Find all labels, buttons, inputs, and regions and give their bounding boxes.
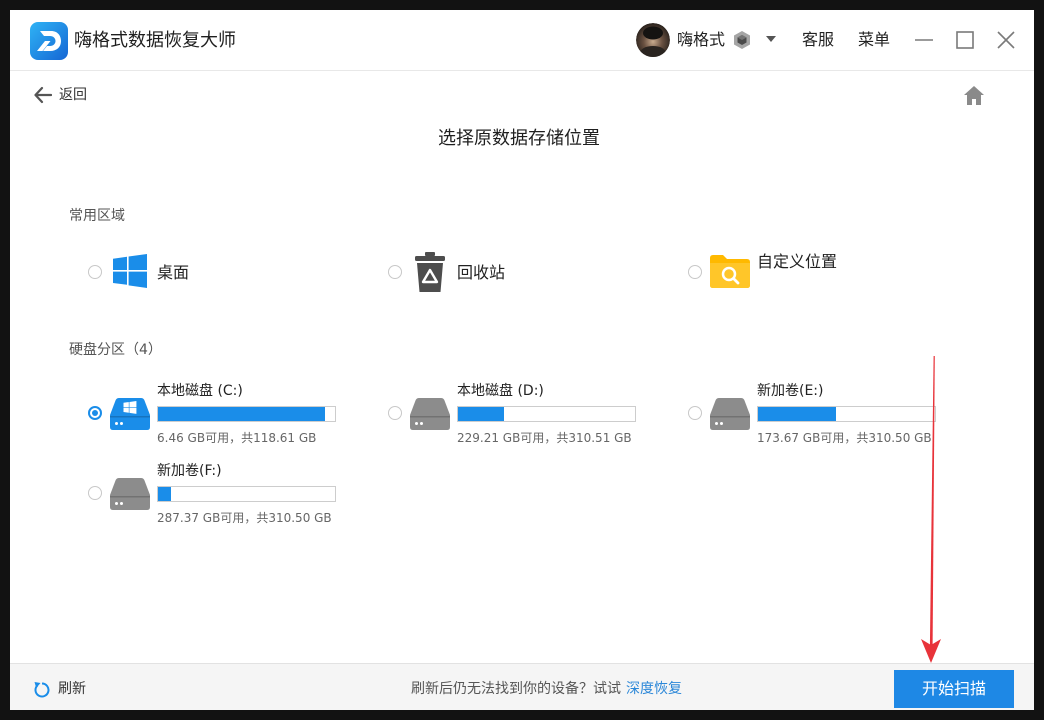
radio-button[interactable] [88,265,102,279]
disk-e[interactable]: 新加卷(E:) 173.67 GB可用，共310.50 GB [688,379,978,449]
option-label: 自定义位置 [757,252,838,271]
disk-usage-bar [157,486,336,502]
disk-section-label: 硬盘分区（4） [69,342,162,358]
disk-usage-text: 173.67 GB可用，共310.50 GB [757,431,932,445]
radio-button[interactable] [388,406,402,420]
drive-icon [710,398,750,430]
radio-button[interactable] [688,406,702,420]
user-avatar[interactable] [636,23,670,57]
disk-d[interactable]: 本地磁盘 (D:) 229.21 GB可用，共310.51 GB [388,379,678,449]
common-section-label: 常用区域 [69,208,125,224]
disk-f[interactable]: 新加卷(F:) 287.37 GB可用，共310.50 GB [88,459,378,529]
radio-button[interactable] [88,486,102,500]
disk-usage-text: 229.21 GB可用，共310.51 GB [457,431,632,445]
refresh-icon[interactable] [33,680,51,698]
device-hint: 刷新后仍无法找到你的设备？试试 深度恢复 [411,680,682,698]
disk-usage-fill [158,487,172,501]
back-button[interactable]: 返回 [59,86,87,104]
menu-button[interactable]: 菜单 [858,29,890,51]
disk-label: 新加卷(F:) [157,463,222,479]
title-bar: 嗨格式数据恢复大师 嗨格式 客服 菜单 [10,10,1034,71]
disk-usage-bar [157,406,336,422]
disk-usage-fill [158,407,326,421]
system-drive-icon [110,398,150,430]
disk-usage-text: 287.37 GB可用，共310.50 GB [157,511,332,525]
drive-icon [110,478,150,510]
disk-label: 本地磁盘 (D:) [457,383,544,399]
disk-usage-fill [458,407,505,421]
app-window: 嗨格式数据恢复大师 嗨格式 客服 菜单 返回 选择原数据存储位置 常用区域 桌面… [10,10,1034,710]
maximize-icon[interactable] [955,30,975,50]
app-title: 嗨格式数据恢复大师 [74,30,236,51]
radio-button[interactable] [88,406,102,420]
option-label: 桌面 [157,263,190,282]
disk-usage-text: 6.46 GB可用，共118.61 GB [157,431,317,445]
app-logo-icon [30,22,68,60]
option-recycle-bin[interactable]: 回收站 [388,246,668,302]
folder-search-icon [710,255,750,288]
start-scan-button[interactable]: 开始扫描 [894,670,1014,708]
refresh-button[interactable]: 刷新 [58,680,86,698]
footer-bar: 刷新 刷新后仍无法找到你的设备？试试 深度恢复 开始扫描 [10,663,1034,710]
chevron-down-icon[interactable] [766,36,776,43]
vip-badge-icon [734,31,750,49]
radio-button[interactable] [388,265,402,279]
deep-recovery-link[interactable]: 深度恢复 [626,681,682,697]
disk-c[interactable]: 本地磁盘 (C:) 6.46 GB可用，共118.61 GB [88,379,378,449]
minimize-icon[interactable] [914,30,934,50]
hint-text: 刷新后仍无法找到你的设备？试试 [411,681,621,697]
option-custom-location[interactable]: 自定义位置 [688,246,968,302]
recycle-bin-icon [415,252,445,292]
close-icon[interactable] [996,30,1016,50]
back-arrow-icon[interactable] [34,86,52,104]
support-button[interactable]: 客服 [802,29,834,51]
windows-icon [113,254,147,288]
home-icon[interactable] [963,85,985,106]
disk-usage-fill [758,407,837,421]
option-label: 回收站 [457,263,506,282]
disk-label: 新加卷(E:) [757,383,824,399]
page-title: 选择原数据存储位置 [438,128,600,149]
disk-usage-bar [757,406,936,422]
disk-label: 本地磁盘 (C:) [157,383,243,399]
drive-icon [410,398,450,430]
disk-usage-bar [457,406,636,422]
option-desktop[interactable]: 桌面 [88,246,368,302]
radio-button[interactable] [688,265,702,279]
username[interactable]: 嗨格式 [677,29,725,51]
